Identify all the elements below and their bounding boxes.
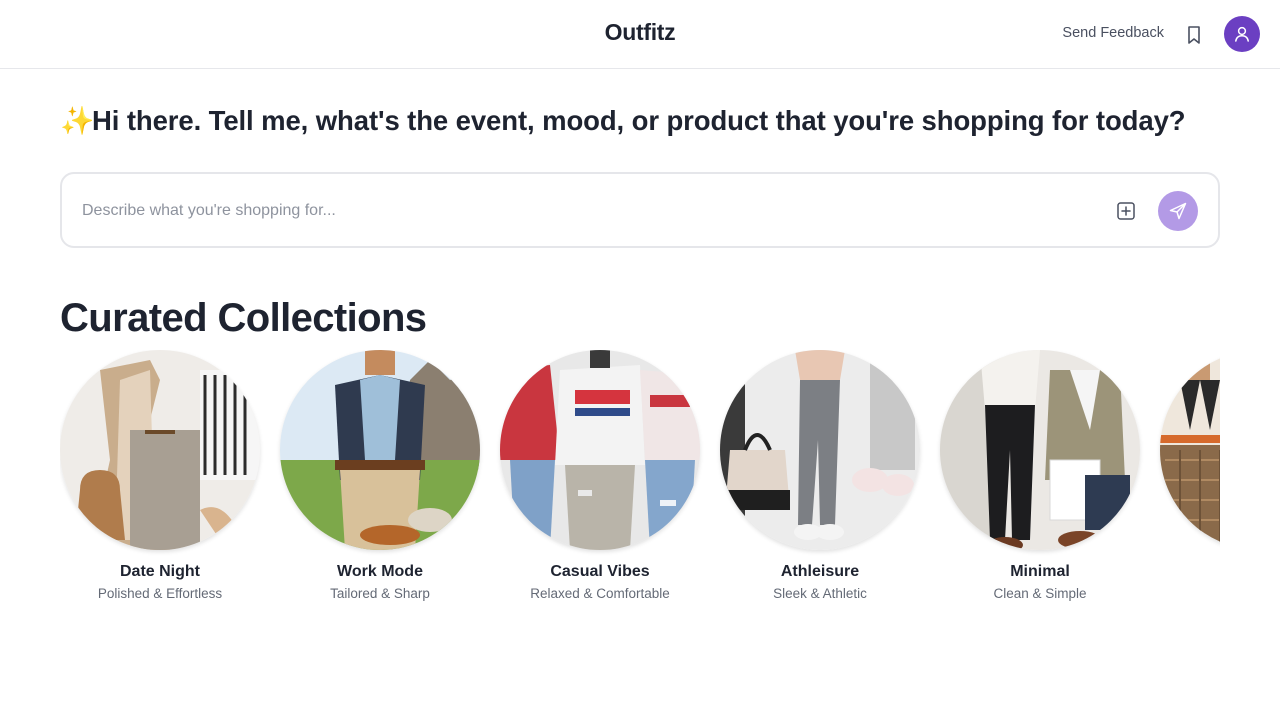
greeting-heading: ✨Hi there. Tell me, what's the event, mo…: [60, 104, 1240, 137]
collection-card-athleisure[interactable]: Athleisure Sleek & Athletic: [720, 350, 920, 601]
collection-title: Work Mode: [337, 563, 423, 580]
collections-carousel[interactable]: Date Night Polished & Effortless Work Mo…: [60, 350, 1220, 610]
collection-subtitle: Polished & Effortless: [97, 586, 223, 601]
collection-image-athleisure: [720, 350, 920, 550]
shopping-search-box: [60, 172, 1220, 248]
top-bar: Outfitz Send Feedback: [0, 0, 1280, 69]
collection-title: Minimal: [1010, 563, 1070, 580]
collection-card-date-night[interactable]: Date Night Polished & Effortless: [60, 350, 260, 601]
collection-card-minimal[interactable]: Minimal Clean & Simple: [940, 350, 1140, 601]
collection-subtitle: Tailored & Sharp: [330, 586, 430, 601]
send-button[interactable]: [1158, 191, 1198, 231]
send-feedback-link[interactable]: Send Feedback: [1062, 25, 1164, 41]
plus-square-icon[interactable]: [1116, 201, 1136, 221]
collection-subtitle: Re: [1160, 563, 1220, 578]
bookmark-icon[interactable]: [1183, 23, 1205, 47]
collections-heading: Curated Collections: [60, 296, 427, 340]
collection-card-work-mode[interactable]: Work Mode Tailored & Sharp: [280, 350, 480, 601]
collection-card-casual-vibes[interactable]: Casual Vibes Relaxed & Comfortable: [500, 350, 700, 601]
collection-image-partial: [1160, 350, 1220, 550]
sparkle-icon: ✨: [60, 105, 95, 136]
user-icon: [1235, 26, 1249, 42]
collection-image-work-mode: [280, 350, 480, 550]
user-avatar-button[interactable]: [1224, 16, 1260, 52]
collection-title: Date Night: [120, 563, 200, 580]
collection-image-date-night: [60, 350, 260, 550]
collection-title: Athleisure: [780, 563, 860, 580]
shopping-search-input[interactable]: [82, 196, 1092, 226]
collection-subtitle: Relaxed & Comfortable: [530, 586, 670, 601]
collection-subtitle: Sleek & Athletic: [773, 586, 867, 601]
collection-card-partial[interactable]: Re: [1160, 350, 1220, 578]
collection-image-casual-vibes: [500, 350, 700, 550]
greeting-text: Hi there. Tell me, what's the event, moo…: [92, 105, 1186, 136]
send-icon: [1169, 202, 1187, 220]
collection-title: Casual Vibes: [550, 563, 650, 580]
collection-image-minimal: [940, 350, 1140, 550]
collection-subtitle: Clean & Simple: [993, 586, 1087, 601]
